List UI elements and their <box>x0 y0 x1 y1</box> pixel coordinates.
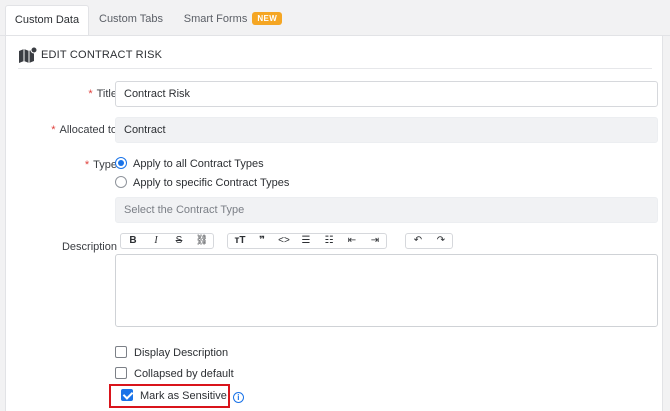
title-label-text: Title <box>96 88 117 100</box>
radio-label: Apply to specific Contract Types <box>133 177 290 189</box>
italic-icon[interactable]: I <box>145 234 167 248</box>
tab-label: Custom Tabs <box>99 13 163 25</box>
type-label: * Type <box>85 159 117 171</box>
toolbar-group-history: ↶ ↷ <box>405 233 453 249</box>
required-mark: * <box>51 124 56 136</box>
allocated-label-text: Allocated to <box>59 124 117 136</box>
checkbox-label: Display Description <box>134 347 229 359</box>
heading-icon[interactable]: ᴛT <box>229 234 251 248</box>
required-mark: * <box>84 159 90 171</box>
quote-icon[interactable]: ❞ <box>251 234 273 248</box>
toolbar-group-block: ᴛT ❞ <> ☰ ☷ ⇤ ⇥ <box>227 233 387 249</box>
tab-label: Smart Forms <box>183 13 248 25</box>
strikethrough-icon[interactable]: S <box>168 234 190 248</box>
description-label: Description <box>61 241 117 253</box>
radio-label: Apply to all Contract Types <box>133 158 264 170</box>
section-header: EDIT CONTRACT RISK <box>18 45 652 69</box>
radio-specific-contract-types[interactable]: Apply to specific Contract Types <box>115 175 289 191</box>
map-edit-icon <box>19 47 38 63</box>
section-title: EDIT CONTRACT RISK <box>41 49 163 61</box>
title-input[interactable]: Contract Risk <box>115 81 658 107</box>
contract-type-select[interactable]: Select the Contract Type <box>115 197 658 223</box>
tab-smart-forms[interactable]: Smart Forms NEW <box>173 5 293 36</box>
tab-custom-tabs[interactable]: Custom Tabs <box>89 5 173 36</box>
title-label: * Title <box>88 88 117 100</box>
checkbox-label: Collapsed by default <box>134 368 234 380</box>
bullet-list-icon[interactable]: ☰ <box>295 234 317 248</box>
display-description-checkbox[interactable]: Display Description <box>115 345 228 361</box>
checkbox-label: Mark as Sensitive <box>140 390 227 402</box>
tab-label: Custom Data <box>14 14 80 26</box>
description-editor[interactable] <box>115 254 658 327</box>
checkbox-unchecked-icon[interactable] <box>115 367 127 379</box>
tab-bar: Custom Data Custom Tabs Smart Forms NEW <box>0 0 670 37</box>
redo-icon[interactable]: ↷ <box>430 234 452 248</box>
checkbox-checked-icon[interactable] <box>121 389 133 401</box>
tab-custom-data[interactable]: Custom Data <box>5 5 89 37</box>
indent-icon[interactable]: ⇥ <box>364 234 386 248</box>
new-badge: NEW <box>252 12 283 25</box>
undo-icon[interactable]: ↶ <box>407 234 429 248</box>
checkbox-unchecked-icon[interactable] <box>115 346 127 358</box>
allocated-label: * Allocated to <box>51 124 117 136</box>
numbered-list-icon[interactable]: ☷ <box>318 234 340 248</box>
type-label-text: Type <box>93 159 117 171</box>
mark-as-sensitive-checkbox[interactable]: Mark as Sensitive i <box>121 388 244 404</box>
info-icon[interactable]: i <box>232 392 244 403</box>
collapsed-by-default-checkbox[interactable]: Collapsed by default <box>115 366 234 382</box>
required-mark: * <box>88 88 93 100</box>
allocated-to-field: Contract <box>115 117 658 143</box>
toolbar-group-format: B I S ⛓ <box>120 233 214 249</box>
link-icon[interactable]: ⛓ <box>191 234 213 248</box>
radio-selected-icon[interactable] <box>115 157 127 169</box>
code-icon[interactable]: <> <box>273 234 295 248</box>
outdent-icon[interactable]: ⇤ <box>341 234 363 248</box>
radio-unselected-icon[interactable] <box>115 176 127 188</box>
radio-all-contract-types[interactable]: Apply to all Contract Types <box>115 156 264 172</box>
bold-icon[interactable]: B <box>122 234 144 248</box>
